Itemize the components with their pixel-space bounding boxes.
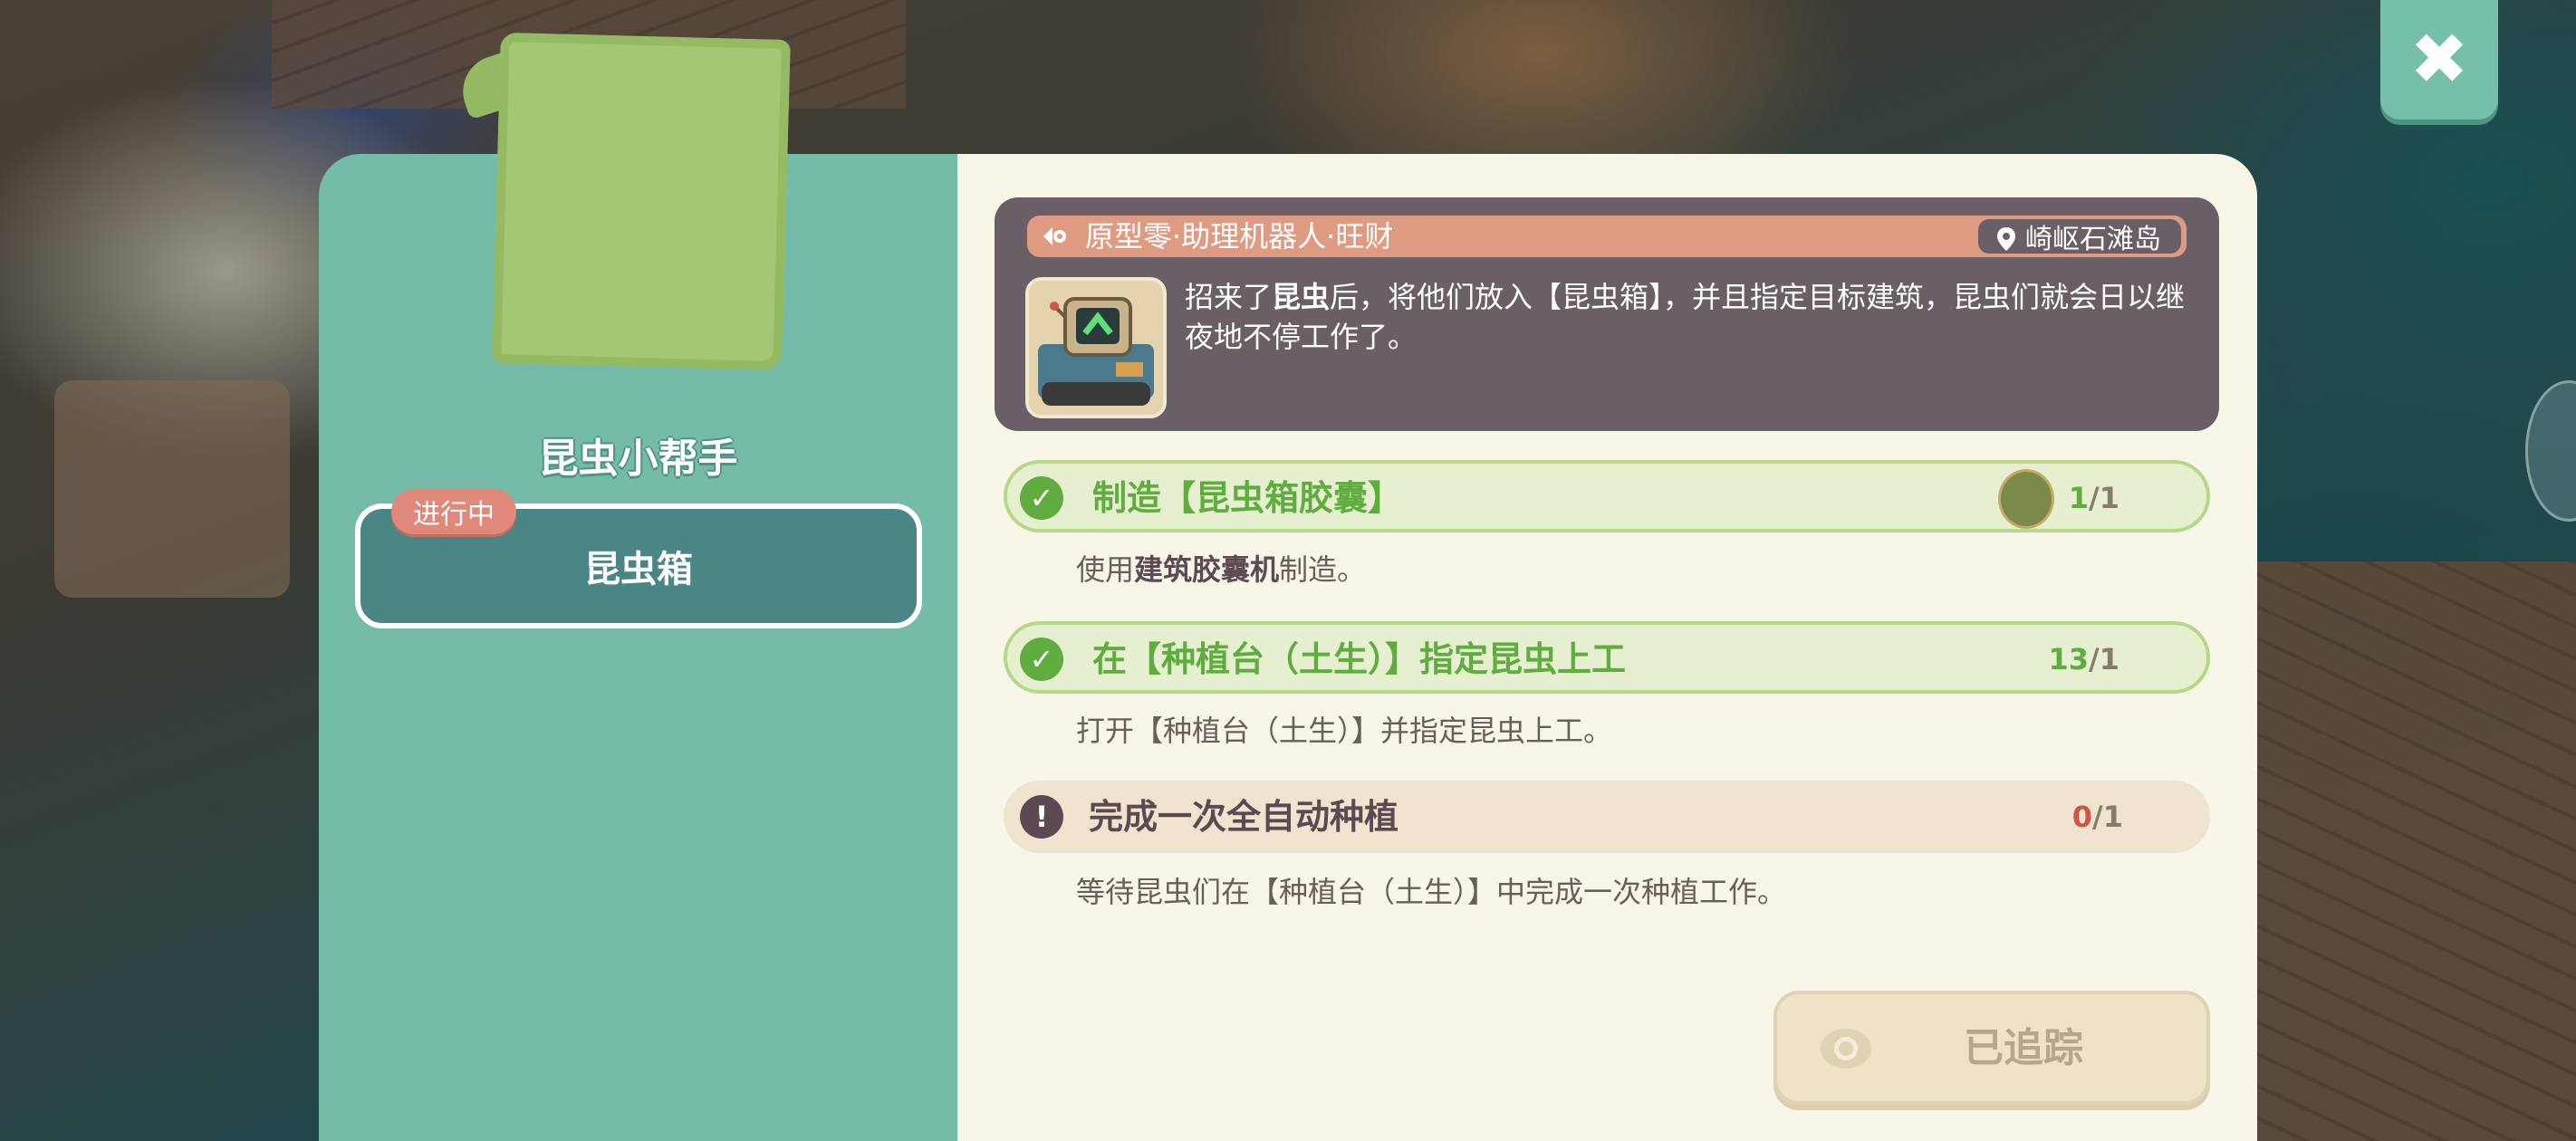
location-pin-icon <box>1996 226 2016 251</box>
objective-row-1: ✓ 制造【昆虫箱胶囊】 1/1 <box>1004 460 2210 532</box>
objective-progress: 0/1 <box>2071 800 2123 834</box>
quest-scroll-decoration <box>453 32 797 373</box>
npc-portrait <box>1025 277 1167 418</box>
npc-name: 原型零·助理机器人·旺财 <box>1085 219 1394 254</box>
location-pill: 崎岖石滩岛 <box>1978 219 2181 255</box>
quest-tag-icon <box>1040 221 1071 252</box>
background-furniture <box>54 380 290 598</box>
objective-title: 制造【昆虫箱胶囊】 <box>1092 478 1403 518</box>
location-name: 崎岖石滩岛 <box>2025 224 2161 255</box>
objective-row-2: ✓ 在【种植台（土生）】指定昆虫上工 13/1 <box>1004 621 2210 694</box>
objective-progress: 1/1 <box>2068 481 2119 515</box>
eye-icon <box>1819 1027 1873 1070</box>
objective-progress: 13/1 <box>2048 642 2119 676</box>
status-badge: 进行中 <box>391 489 516 534</box>
close-button[interactable]: ✖ <box>2380 0 2498 120</box>
quest-category-title: 昆虫小帮手 <box>538 436 738 482</box>
track-quest-button[interactable]: 已追踪 <box>1773 991 2210 1105</box>
close-icon: ✖ <box>2409 19 2469 101</box>
checkmark-icon: ✓ <box>1020 638 1063 681</box>
objective-description-2: 打开【种植台（土生）】并指定昆虫上工。 <box>1076 714 1613 748</box>
objective-description-1: 使用建筑胶囊机制造。 <box>1076 552 1367 587</box>
npc-header: 原型零·助理机器人·旺财 崎岖石滩岛 <box>1027 216 2187 257</box>
objective-title: 完成一次全自动种植 <box>1089 797 1399 837</box>
insect-box-capsule-icon <box>1998 469 2054 529</box>
objective-description-3: 等待昆虫们在【种植台（土生）】中完成一次种植工作。 <box>1076 875 1787 909</box>
npc-description: 招来了昆虫后，将他们放入【昆虫箱】，并且指定目标建筑，昆虫们就会日以继夜地不停工… <box>1185 280 2186 354</box>
npc-info-card: 原型零·助理机器人·旺财 崎岖石滩岛 招来了昆虫后，将他们放入【昆虫箱】，并且指… <box>995 197 2219 431</box>
track-button-label: 已追踪 <box>1964 1025 2083 1071</box>
objective-row-3: ! 完成一次全自动种植 0/1 <box>1004 781 2210 853</box>
quest-item-label: 昆虫箱 <box>584 549 693 590</box>
objective-title: 在【种植台（土生）】指定昆虫上工 <box>1092 639 1627 679</box>
side-dial <box>2525 380 2576 522</box>
exclamation-icon: ! <box>1020 795 1063 839</box>
checkmark-icon: ✓ <box>1020 476 1063 520</box>
